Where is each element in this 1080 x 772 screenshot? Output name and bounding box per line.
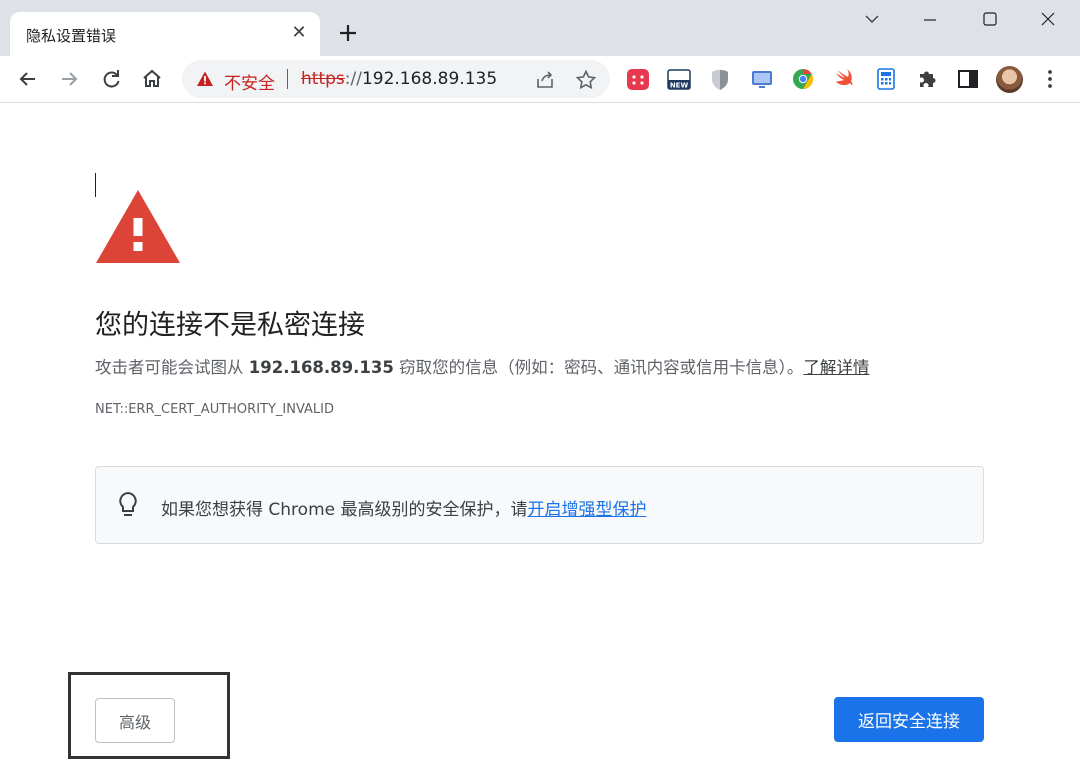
- share-icon[interactable]: [534, 69, 556, 91]
- enhanced-protection-promo: 如果您想获得 Chrome 最高级别的安全保护，请开启增强型保护: [95, 466, 984, 544]
- side-panel-icon[interactable]: [956, 67, 980, 91]
- lightbulb-icon: [119, 491, 137, 516]
- chrome-extension-icon[interactable]: [791, 67, 815, 91]
- back-to-safety-button[interactable]: 返回安全连接: [834, 697, 984, 742]
- svg-text:NEW: NEW: [670, 82, 689, 90]
- enable-enhanced-protection-link[interactable]: 开启增强型保护: [528, 500, 647, 520]
- url-separator: ://: [344, 69, 362, 89]
- title-bar: 隐私设置错误 ✕: [0, 0, 1080, 56]
- calculator-extension-icon[interactable]: [874, 67, 898, 91]
- promo-message: 如果您想获得 Chrome 最高级别的安全保护，请: [161, 500, 528, 520]
- desc-prefix: 攻击者可能会试图从: [95, 358, 249, 377]
- minimize-icon[interactable]: [910, 6, 950, 36]
- large-warning-triangle-icon: [96, 190, 180, 263]
- extensions-puzzle-icon[interactable]: [915, 67, 939, 91]
- home-icon[interactable]: [139, 66, 165, 92]
- monitor-extension-icon[interactable]: [750, 67, 774, 91]
- window-close-icon[interactable]: [1028, 6, 1068, 36]
- advanced-button[interactable]: 高级: [95, 698, 175, 743]
- url-text[interactable]: https://192.168.89.135: [301, 69, 497, 89]
- learn-more-link[interactable]: 了解详情: [803, 358, 869, 377]
- new-tab-icon[interactable]: [334, 19, 362, 47]
- maximize-icon[interactable]: [970, 6, 1010, 36]
- back-arrow-icon[interactable]: [15, 66, 41, 92]
- warning-description: 攻击者可能会试图从 192.168.89.135 窃取您的信息（例如：密码、通讯…: [95, 354, 869, 378]
- warning-triangle-icon[interactable]: [196, 70, 214, 88]
- browser-toolbar: 不安全 https://192.168.89.135 NEW: [0, 56, 1080, 103]
- page-title: 您的连接不是私密连接: [95, 310, 365, 341]
- menu-kebab-icon[interactable]: [1038, 67, 1062, 91]
- profile-avatar[interactable]: [996, 66, 1023, 93]
- calendar-extension-icon[interactable]: [626, 67, 650, 91]
- active-tab[interactable]: 隐私设置错误 ✕: [10, 12, 320, 56]
- url-scheme: https: [301, 69, 345, 89]
- url-host: 192.168.89.135: [361, 69, 498, 89]
- shield-extension-icon[interactable]: [708, 67, 732, 91]
- omnibox-divider: [287, 69, 288, 89]
- bookmark-star-icon[interactable]: [575, 69, 597, 91]
- reload-icon[interactable]: [98, 66, 124, 92]
- tab-search-chevron-icon[interactable]: [852, 6, 892, 36]
- tab-title: 隐私设置错误: [26, 27, 117, 45]
- tab-close-icon[interactable]: ✕: [288, 22, 310, 44]
- promo-text: 如果您想获得 Chrome 最高级别的安全保护，请开启增强型保护: [161, 495, 647, 520]
- address-bar[interactable]: 不安全 https://192.168.89.135: [182, 60, 610, 98]
- desc-suffix: 窃取您的信息（例如：密码、通讯内容或信用卡信息）。: [393, 358, 804, 377]
- new-badge-extension-icon[interactable]: NEW: [667, 67, 691, 91]
- forward-arrow-icon[interactable]: [56, 66, 82, 92]
- swift-extension-icon[interactable]: [833, 67, 857, 91]
- not-secure-label[interactable]: 不安全: [224, 69, 275, 94]
- error-code: NET::ERR_CERT_AUTHORITY_INVALID: [95, 402, 335, 417]
- desc-host: 192.168.89.135: [248, 358, 394, 377]
